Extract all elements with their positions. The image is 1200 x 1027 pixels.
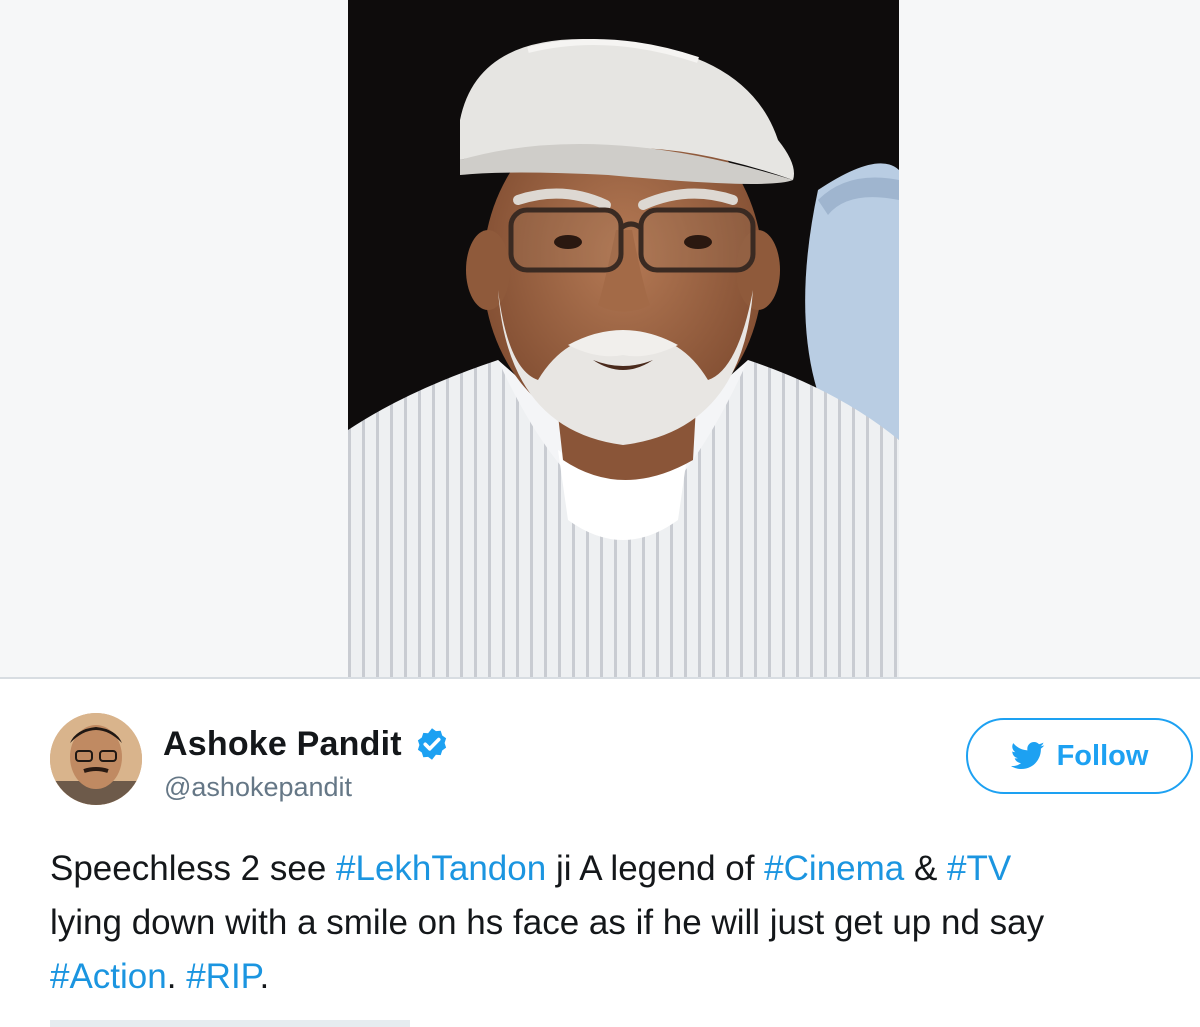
- tweet-text-segment: Speechless 2 see: [50, 849, 337, 888]
- tweet-text-line: Speechless 2 see #LekhTandon ji A legend…: [50, 842, 1190, 896]
- tweet-text-line: #Action. #RIP.: [50, 950, 1190, 1004]
- tweet-text-segment: ji A legend of: [546, 849, 765, 888]
- follow-button[interactable]: Follow: [966, 718, 1193, 794]
- hashtag-link[interactable]: #Action: [50, 957, 167, 996]
- tweet-photo[interactable]: [348, 0, 899, 677]
- tweet-text-line: lying down with a smile on hs face as if…: [50, 896, 1190, 950]
- hashtag-link[interactable]: #Cinema: [764, 849, 904, 888]
- display-name[interactable]: Ashoke Pandit: [163, 725, 402, 764]
- tweet-text: Speechless 2 see #LekhTandon ji A legend…: [50, 842, 1190, 1004]
- divider: [0, 677, 1200, 679]
- hashtag-link[interactable]: #RIP: [186, 957, 259, 996]
- tweet-text-segment: .: [259, 957, 270, 996]
- user-name-row: Ashoke Pandit: [163, 722, 450, 766]
- tweet-text-segment: &: [904, 849, 948, 888]
- tweet-text-segment: lying down with a smile on hs face as if…: [50, 903, 1045, 942]
- follow-label: Follow: [1056, 739, 1149, 772]
- tweet-footer-partial: [50, 1020, 410, 1027]
- user-handle[interactable]: @ashokepandit: [164, 772, 352, 803]
- media-area: [0, 0, 1200, 677]
- tweet-text-segment: .: [166, 957, 187, 996]
- verified-badge-icon: [414, 726, 450, 762]
- tweet-embed: Ashoke Pandit @ashokepandit Follow Speec…: [0, 0, 1200, 1027]
- avatar[interactable]: [50, 713, 142, 805]
- hashtag-link[interactable]: #LekhTandon: [336, 849, 546, 888]
- twitter-bird-icon: [1010, 741, 1045, 771]
- hashtag-link[interactable]: #TV: [947, 849, 1011, 888]
